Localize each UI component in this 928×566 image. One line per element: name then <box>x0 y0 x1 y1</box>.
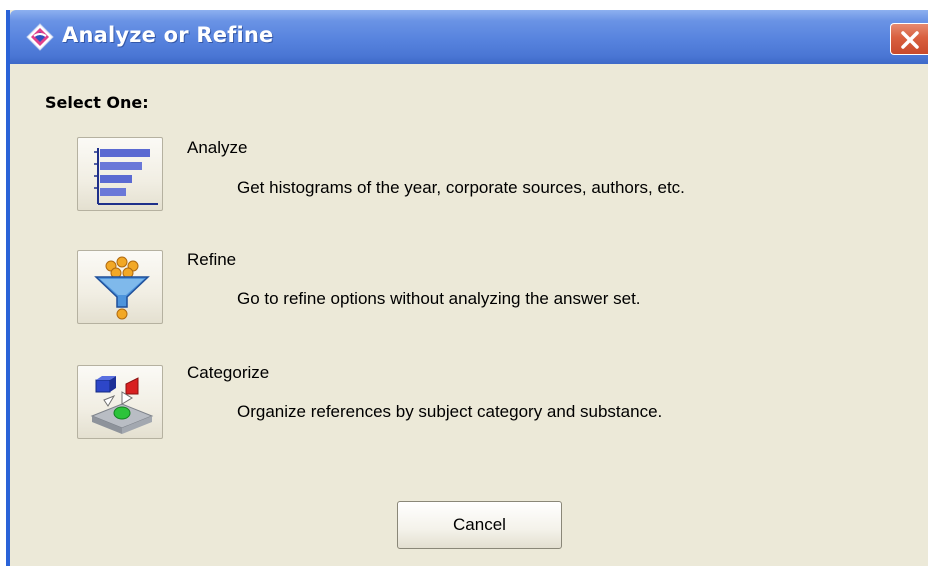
refine-option-description: Go to refine options without analyzing t… <box>237 289 641 308</box>
analyze-option-button[interactable] <box>77 137 163 211</box>
categorize-option-title: Categorize <box>187 363 270 382</box>
analyze-refine-dialog: Analyze or Refine Select One: Analyze Ge… <box>6 10 928 566</box>
categorize-option-description: Organize references by subject category … <box>237 402 663 421</box>
select-one-heading: Select One: <box>45 93 149 112</box>
category-shapes-icon <box>90 376 154 434</box>
funnel-filter-icon <box>94 256 150 320</box>
categorize-option-button[interactable] <box>77 365 163 439</box>
app-diamond-icon <box>26 23 54 51</box>
analyze-option-title: Analyze <box>187 138 248 157</box>
refine-option-button[interactable] <box>77 250 163 324</box>
title-bar[interactable]: Analyze or Refine <box>10 10 928 64</box>
close-button[interactable] <box>890 23 928 55</box>
cancel-button[interactable]: Cancel <box>397 501 562 549</box>
histogram-chart-icon <box>94 148 158 205</box>
window-title: Analyze or Refine <box>62 23 274 47</box>
refine-option-title: Refine <box>187 250 237 269</box>
close-x-icon <box>901 31 919 49</box>
analyze-option-description: Get histograms of the year, corporate so… <box>237 178 685 197</box>
